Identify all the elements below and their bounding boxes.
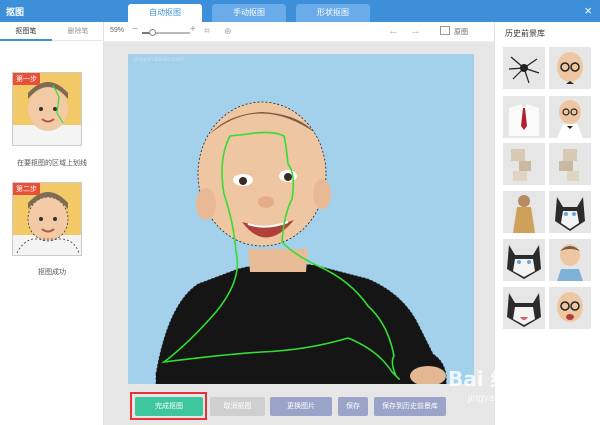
redo-icon[interactable]: → [410, 25, 421, 37]
highlight-annotation [130, 392, 207, 420]
baidu-url: jingyan.baidu.com [468, 393, 549, 404]
step-one-example: 第一步 [12, 72, 82, 146]
zoom-slider[interactable] [142, 29, 190, 36]
history-thumb-8[interactable] [549, 191, 591, 233]
husky-icon [503, 239, 545, 281]
step-two-badge: 第二步 [13, 183, 40, 195]
close-icon[interactable]: × [584, 3, 592, 19]
baby-suit-icon [549, 96, 591, 138]
zoom-slider-thumb[interactable] [148, 29, 156, 36]
husky-icon [503, 287, 545, 329]
original-image-icon[interactable] [440, 26, 450, 35]
workspace: jingyan.baidu.com/ 完成抠图 取消抠图 更换图片 保存 保存到… [104, 42, 494, 425]
history-thumb-3[interactable] [503, 96, 545, 138]
history-thumb-9[interactable] [503, 239, 545, 281]
history-thumb-4[interactable] [549, 96, 591, 138]
original-image-label[interactable]: 原图 [454, 27, 468, 37]
zoom-level-label: 59% [110, 27, 125, 34]
step-two-example: 第二步 [12, 182, 82, 256]
app-title: 抠图 [6, 7, 25, 17]
tab-erase-brush[interactable]: 删除笔 [52, 22, 104, 41]
tab-manual-cutout[interactable]: 手动抠图 [212, 4, 286, 22]
save-to-history-button[interactable]: 保存到历史前景库 [374, 397, 446, 416]
history-thumb-10[interactable] [549, 239, 591, 281]
canvas-watermark: jingyan.baidu.com/ [134, 57, 185, 63]
left-panel: 抠图笔 删除笔 第一步 在要抠图的区域上划线 第二步 抠图成功 [0, 22, 104, 425]
crop-icon[interactable]: ⌗ [204, 26, 210, 37]
tab-cutout-brush[interactable]: 抠图笔 [0, 22, 52, 41]
splash-icon [503, 47, 545, 89]
history-thumb-6[interactable] [549, 143, 591, 185]
brush-tabs: 抠图笔 删除笔 [0, 22, 104, 41]
blurred-image-icon [503, 143, 545, 185]
history-thumb-12[interactable] [549, 287, 591, 329]
step-one-badge: 第一步 [13, 73, 40, 85]
history-thumb-1[interactable] [503, 47, 545, 89]
husky-icon [549, 191, 591, 233]
replace-image-button[interactable]: 更换图片 [270, 397, 332, 416]
baby-subject-image [155, 101, 447, 384]
girl-icon [503, 191, 545, 233]
boy-icon [549, 239, 591, 281]
magnify-icon[interactable]: ⊕ [224, 26, 232, 37]
history-thumb-5[interactable] [503, 143, 545, 185]
history-thumb-11[interactable] [503, 287, 545, 329]
baby-glasses-icon [549, 287, 591, 329]
title-bar: 抠图 自动抠图 手动抠图 形状抠图 × [0, 0, 600, 22]
cancel-cutout-button[interactable]: 取消抠图 [210, 397, 265, 416]
baidu-brand-logo: Bai 经验 [448, 367, 531, 391]
baidu-watermark: Bai 经验 jingyan.baidu.com [448, 355, 598, 415]
history-thumb-2[interactable] [549, 47, 591, 89]
baby-glasses-icon [549, 47, 591, 89]
shirt-tie-icon [503, 96, 545, 138]
step-two-caption: 抠图成功 [38, 269, 66, 276]
history-library-title: 历史前景库 [505, 29, 545, 38]
canvas-toolbar: 59% − + ⌗ ⊕ ← → 原图 [104, 22, 494, 42]
save-button[interactable]: 保存 [338, 397, 368, 416]
tab-shape-cutout[interactable]: 形状抠图 [296, 4, 370, 22]
editing-canvas[interactable]: jingyan.baidu.com/ [128, 54, 474, 384]
zoom-minus-icon[interactable]: − [132, 24, 138, 35]
undo-icon[interactable]: ← [388, 25, 399, 37]
step-one-caption: 在要抠图的区域上划线 [17, 160, 87, 167]
blurred-image-icon [549, 143, 591, 185]
tab-auto-cutout[interactable]: 自动抠图 [128, 4, 202, 22]
history-thumb-7[interactable] [503, 191, 545, 233]
zoom-plus-icon[interactable]: + [190, 24, 196, 35]
